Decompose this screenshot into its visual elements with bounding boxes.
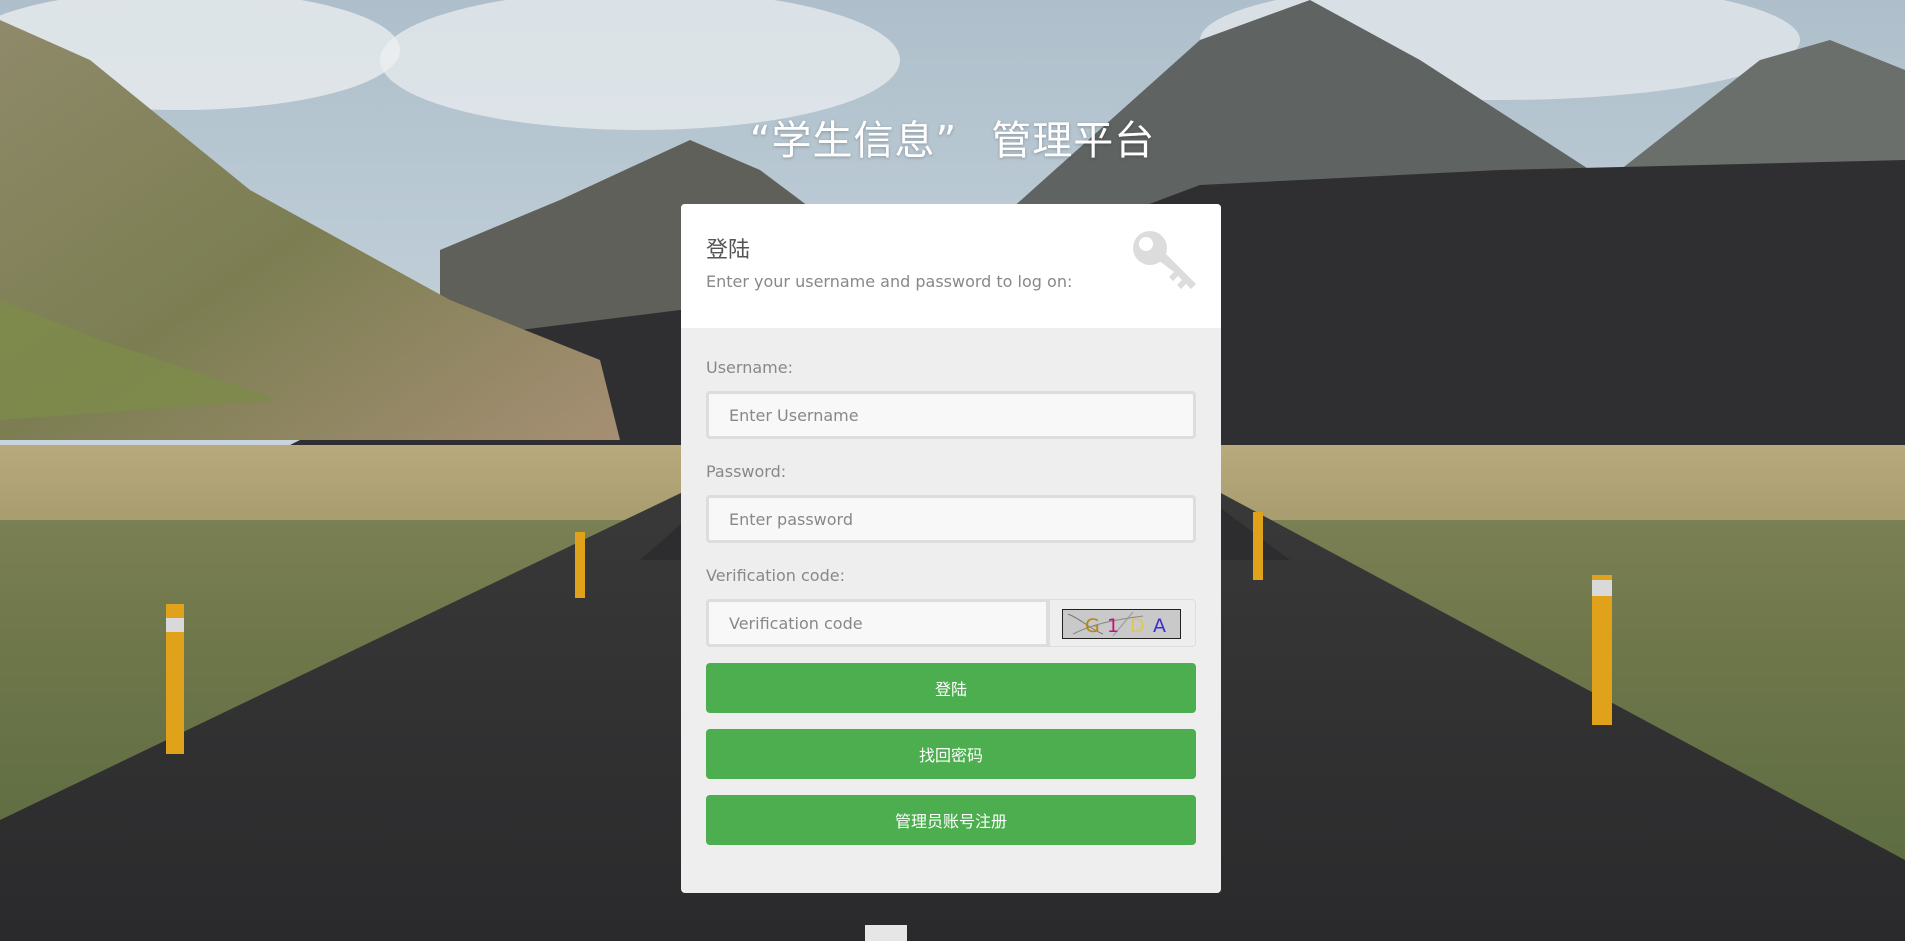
captcha-char: D [1130, 615, 1145, 637]
login-panel-header: 登陆 Enter your username and password to l… [681, 204, 1221, 328]
captcha-char: G [1085, 615, 1100, 637]
verification-code-label: Verification code: [706, 566, 845, 585]
username-input[interactable] [706, 391, 1196, 439]
login-button[interactable]: 登陆 [706, 663, 1196, 713]
username-label: Username: [706, 358, 793, 377]
password-input[interactable] [706, 495, 1196, 543]
captcha-container: G 1 D A [1049, 599, 1196, 647]
admin-register-button[interactable]: 管理员账号注册 [706, 795, 1196, 845]
verification-code-input[interactable] [706, 599, 1049, 647]
login-panel: 登陆 Enter your username and password to l… [681, 204, 1221, 893]
key-icon [1133, 231, 1196, 289]
recover-password-button[interactable]: 找回密码 [706, 729, 1196, 779]
password-label: Password: [706, 462, 787, 481]
login-subheading: Enter your username and password to log … [706, 272, 1073, 291]
captcha-image[interactable]: G 1 D A [1062, 609, 1181, 639]
login-heading: 登陆 [706, 238, 751, 263]
page-title: “学生信息” 管理平台 [0, 108, 1905, 166]
captcha-char: 1 [1107, 615, 1119, 637]
page-title-part1: “学生信息” [749, 118, 958, 164]
page-title-part2: 管理平台 [991, 118, 1156, 164]
captcha-char: A [1153, 615, 1166, 637]
